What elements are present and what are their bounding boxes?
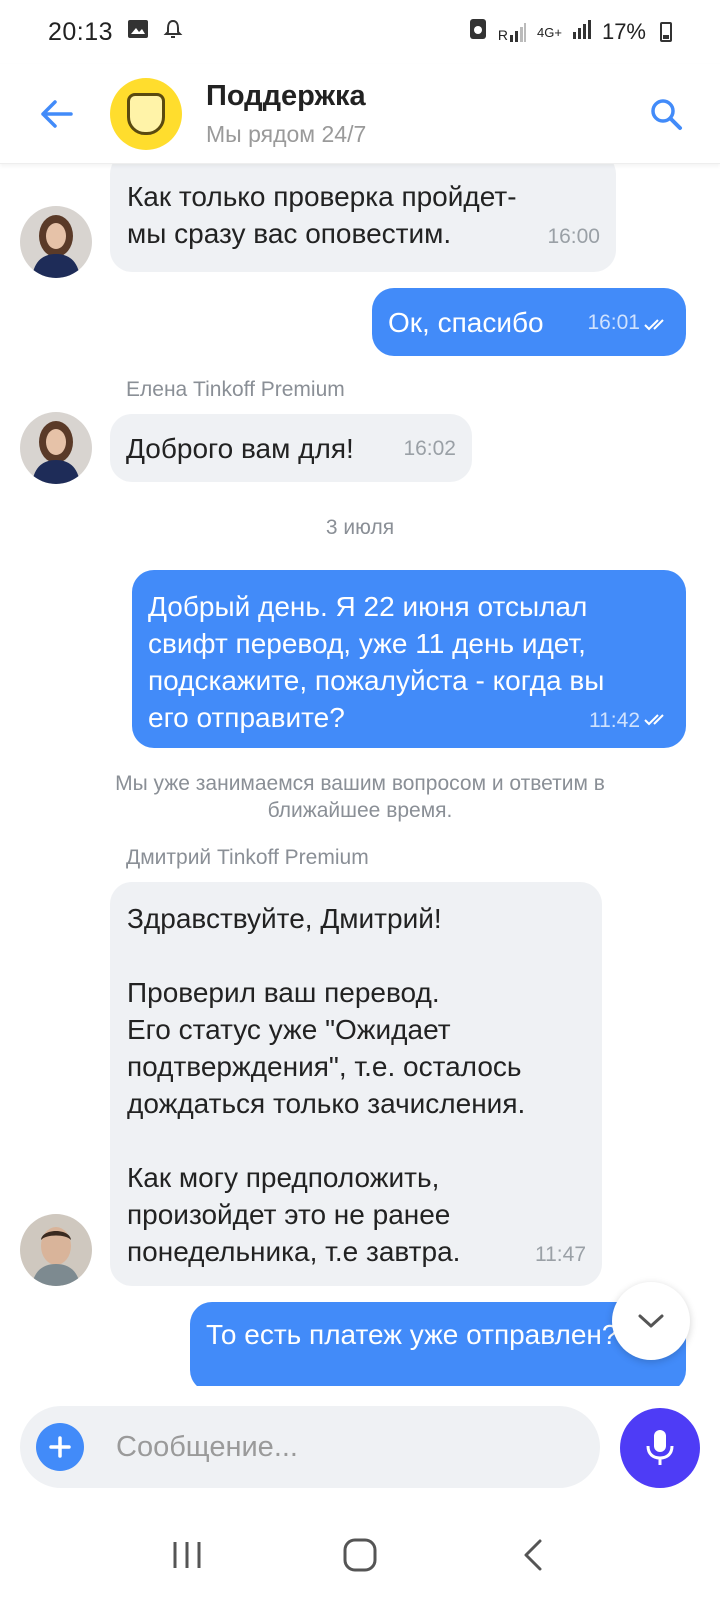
system-nav-bar bbox=[0, 1510, 720, 1600]
message-time: 11:47 bbox=[535, 1243, 586, 1266]
chat-title-block[interactable]: Поддержка Мы рядом 24/7 bbox=[206, 80, 366, 148]
status-bar: 20:13 R 4G+ 17% bbox=[0, 0, 720, 64]
microphone-icon bbox=[646, 1430, 674, 1465]
message-bubble-outgoing[interactable]: Добрый день. Я 22 июня отсылал свифт пер… bbox=[132, 570, 686, 748]
message-text: Ок, спасибо bbox=[388, 306, 544, 338]
home-icon[interactable] bbox=[335, 1530, 385, 1580]
alarm-icon bbox=[163, 18, 183, 46]
message-bubble-incoming[interactable]: Доброго вам для! 16:02 bbox=[110, 414, 472, 482]
message-text: понедельника, т.е завтра. bbox=[127, 1236, 461, 1267]
message-input[interactable]: Сообщение... bbox=[116, 1431, 298, 1464]
voice-message-button[interactable] bbox=[620, 1408, 700, 1488]
message-text: дождаться только зачисления. bbox=[127, 1088, 526, 1119]
message-text: свифт перевод, уже 11 день идет, bbox=[148, 628, 586, 659]
recycle-icon bbox=[468, 17, 488, 47]
recents-icon[interactable] bbox=[162, 1530, 212, 1580]
status-right: R 4G+ 17% bbox=[468, 17, 672, 47]
sender-name: Дмитрий Tinkoff Premium bbox=[126, 846, 369, 869]
double-check-icon bbox=[644, 699, 670, 736]
chat-subtitle: Мы рядом 24/7 bbox=[206, 120, 367, 147]
message-list[interactable]: Как только проверка пройдет- мы сразу ва… bbox=[0, 164, 720, 1386]
message-text: произойдет это не ранее bbox=[127, 1199, 451, 1230]
message-text: подскажите, пожалуйста - когда вы bbox=[148, 665, 605, 696]
message-text: подтверждения", т.е. осталось bbox=[127, 1051, 522, 1082]
message-text: его отправите? bbox=[148, 702, 345, 733]
signal-icon bbox=[572, 18, 592, 46]
date-separator: 3 июля bbox=[325, 516, 395, 539]
battery-percent: 17% bbox=[601, 19, 646, 44]
message-text: мы сразу вас оповестим. bbox=[127, 218, 452, 249]
roaming-label: R bbox=[497, 27, 509, 43]
chat-title: Поддержка bbox=[206, 79, 366, 112]
avatar[interactable] bbox=[20, 412, 92, 484]
message-input-bar[interactable]: Сообщение... bbox=[20, 1406, 600, 1488]
message-bubble-incoming[interactable]: Здравствуйте, Дмитрий! Проверил ваш пере… bbox=[110, 882, 602, 1286]
signal-roaming-icon: R bbox=[498, 21, 527, 43]
gallery-icon bbox=[127, 19, 149, 45]
avatar[interactable] bbox=[20, 1214, 92, 1286]
status-time: 20:13 bbox=[48, 17, 114, 46]
avatar[interactable] bbox=[20, 206, 92, 278]
back-icon[interactable] bbox=[508, 1530, 558, 1580]
message-text: Добрый день. Я 22 июня отсылал bbox=[148, 591, 588, 622]
back-arrow-icon[interactable] bbox=[36, 94, 76, 134]
message-time: 16:02 bbox=[403, 436, 456, 460]
battery-icon bbox=[660, 22, 672, 42]
message-time: 11:42 bbox=[589, 709, 640, 732]
shield-icon bbox=[127, 92, 165, 135]
plus-icon bbox=[49, 1436, 71, 1458]
message-text: То есть платеж уже отправлен? bbox=[206, 1319, 618, 1350]
message-text: Доброго вам для! bbox=[126, 432, 354, 464]
message-text: Как только проверка пройдет- bbox=[127, 181, 517, 212]
attach-button[interactable] bbox=[36, 1423, 84, 1471]
search-icon[interactable] bbox=[646, 94, 686, 134]
system-message: Мы уже занимаемся вашим вопросом и ответ… bbox=[115, 772, 605, 822]
message-time: 16:01 bbox=[587, 310, 640, 334]
message-text: Проверил ваш перевод. bbox=[127, 977, 440, 1008]
message-bubble-outgoing[interactable]: Ок, спасибо 16:01 bbox=[372, 288, 686, 356]
message-text: Как могу предположить, bbox=[127, 1162, 440, 1193]
message-time: 16:00 bbox=[547, 225, 600, 248]
message-text: Здравствуйте, Дмитрий! bbox=[127, 903, 442, 934]
double-check-icon bbox=[644, 304, 670, 341]
bank-logo[interactable] bbox=[110, 77, 182, 150]
network-type: 4G+ bbox=[537, 24, 562, 40]
scroll-down-button[interactable] bbox=[612, 1282, 690, 1360]
message-text: Его статус уже "Ожидает bbox=[127, 1014, 451, 1045]
chevron-down-icon bbox=[638, 1314, 664, 1328]
message-bubble-incoming[interactable]: Как только проверка пройдет- мы сразу ва… bbox=[110, 164, 616, 272]
sender-name: Елена Tinkoff Premium bbox=[126, 378, 345, 401]
chat-header: Поддержка Мы рядом 24/7 bbox=[0, 64, 720, 164]
